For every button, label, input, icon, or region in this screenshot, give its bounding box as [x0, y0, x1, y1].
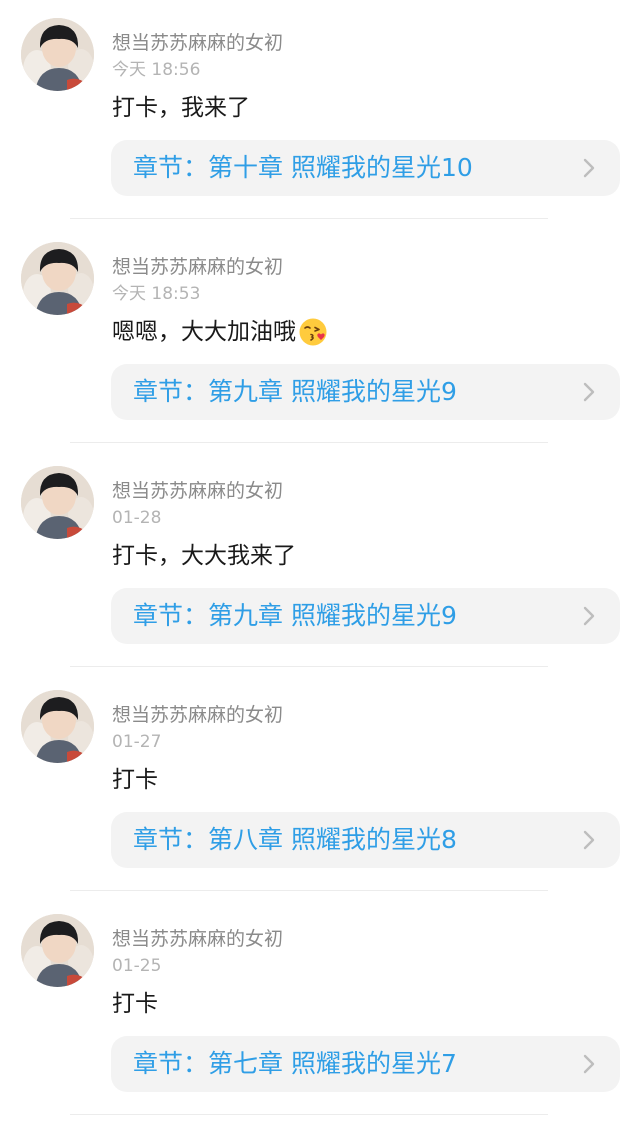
comment-text-body: 打卡，大大我来了	[112, 543, 296, 569]
chevron-right-icon	[583, 382, 595, 402]
chapter-link[interactable]: 章节：第八章 照耀我的星光8	[111, 812, 620, 868]
chevron-right-icon	[583, 158, 595, 178]
comment-time: 今天 18:53	[112, 284, 201, 304]
chevron-right-icon	[583, 830, 595, 850]
kissing-face-emoji-icon	[299, 318, 327, 346]
comment-text: 打卡	[112, 988, 158, 1020]
chevron-right-icon	[583, 1054, 595, 1074]
divider	[70, 442, 548, 443]
comment-text-body: 嗯嗯，大大加油哦	[112, 319, 296, 345]
chapter-link[interactable]: 章节：第十章 照耀我的星光10	[111, 140, 620, 196]
avatar-image	[21, 242, 94, 315]
chapter-link[interactable]: 章节：第九章 照耀我的星光9	[111, 588, 620, 644]
username[interactable]: 想当苏苏麻麻的女初	[112, 479, 283, 503]
username[interactable]: 想当苏苏麻麻的女初	[112, 927, 283, 951]
comment-item: 想当苏苏麻麻的女初 01-25 打卡 章节：第七章 照耀我的星光7	[0, 896, 640, 1120]
divider	[70, 890, 548, 891]
comment-text: 打卡	[112, 764, 158, 796]
comment-time: 01-28	[112, 508, 162, 528]
comment-item: 想当苏苏麻麻的女初 01-27 打卡 章节：第八章 照耀我的星光8	[0, 672, 640, 896]
chapter-link-label: 章节：第十章 照耀我的星光10	[133, 153, 473, 182]
comment-text-body: 打卡	[112, 767, 158, 793]
chapter-link[interactable]: 章节：第七章 照耀我的星光7	[111, 1036, 620, 1092]
username[interactable]: 想当苏苏麻麻的女初	[112, 255, 283, 279]
comment-text-body: 打卡，我来了	[112, 95, 250, 121]
comment-text: 嗯嗯，大大加油哦	[112, 316, 328, 348]
chapter-link-label: 章节：第八章 照耀我的星光8	[133, 825, 457, 854]
avatar-image	[21, 466, 94, 539]
comment-text-body: 打卡	[112, 991, 158, 1017]
avatar[interactable]	[21, 242, 94, 315]
avatar[interactable]	[21, 466, 94, 539]
username[interactable]: 想当苏苏麻麻的女初	[112, 703, 283, 727]
avatar-image	[21, 18, 94, 91]
chapter-link-label: 章节：第九章 照耀我的星光9	[133, 601, 457, 630]
avatar[interactable]	[21, 914, 94, 987]
avatar[interactable]	[21, 690, 94, 763]
chapter-link[interactable]: 章节：第九章 照耀我的星光9	[111, 364, 620, 420]
avatar[interactable]	[21, 18, 94, 91]
avatar-image	[21, 690, 94, 763]
comment-item: 想当苏苏麻麻的女初 01-28 打卡，大大我来了 章节：第九章 照耀我的星光9	[0, 448, 640, 672]
divider	[70, 1114, 548, 1115]
divider	[70, 218, 548, 219]
comment-item: 想当苏苏麻麻的女初 今天 18:56 打卡，我来了 章节：第十章 照耀我的星光1…	[0, 0, 640, 224]
comment-time: 01-25	[112, 956, 162, 976]
chevron-right-icon	[583, 606, 595, 626]
username[interactable]: 想当苏苏麻麻的女初	[112, 31, 283, 55]
comment-time: 01-27	[112, 732, 162, 752]
chapter-link-label: 章节：第九章 照耀我的星光9	[133, 377, 457, 406]
comment-text: 打卡，我来了	[112, 92, 250, 124]
comment-text: 打卡，大大我来了	[112, 540, 296, 572]
chapter-link-label: 章节：第七章 照耀我的星光7	[133, 1049, 457, 1078]
comment-time: 今天 18:56	[112, 60, 201, 80]
avatar-image	[21, 914, 94, 987]
divider	[70, 666, 548, 667]
comment-item: 想当苏苏麻麻的女初 今天 18:53 嗯嗯，大大加油哦 章节：第九章 照耀我的星…	[0, 224, 640, 448]
